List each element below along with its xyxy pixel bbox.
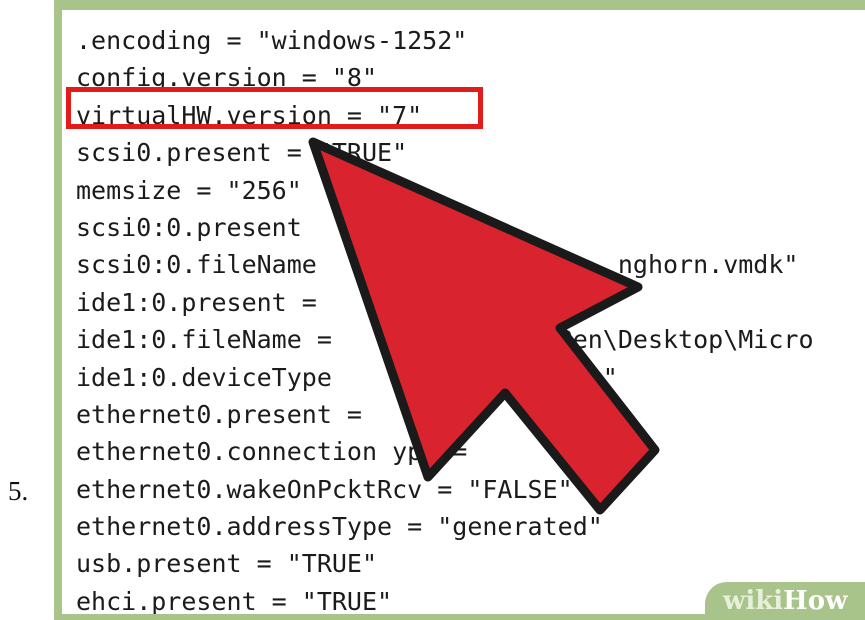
code-line: scsi0.present = "TRUE" [76,138,408,168]
code-line: ethernet0.present = RUE [76,399,468,429]
code-line: ethernet0.connection ype = [76,437,468,467]
code-line: ethernet0.wakeOnPcktRcv = "FALSE" [76,474,573,504]
code-line: usb.present = "TRUE" [76,549,378,579]
watermark-how: How [783,586,848,616]
code-line: ide1:0.present = [76,287,317,317]
highlight-box [66,87,483,129]
code-line: scsi0:0.fileName nghorn.vmdk" [76,250,799,280]
code-line: memsize = "256" [76,175,302,205]
code-line: ide1:0.deviceType age" [76,362,618,392]
wikihow-watermark: wikiHow [705,582,865,620]
watermark-wiki: wiki [723,586,784,616]
code-line: .encoding = "windows-1252" [76,26,468,55]
step-number: 5. [8,476,29,506]
code-line: ethernet0.addressType = "generated" [76,512,603,542]
code-line: ide1:0.fileName = \Ben\Desktop\Micro [76,325,814,355]
code-line: ehci.present = "TRUE" [76,586,393,616]
code-line: scsi0:0.present [76,212,302,242]
